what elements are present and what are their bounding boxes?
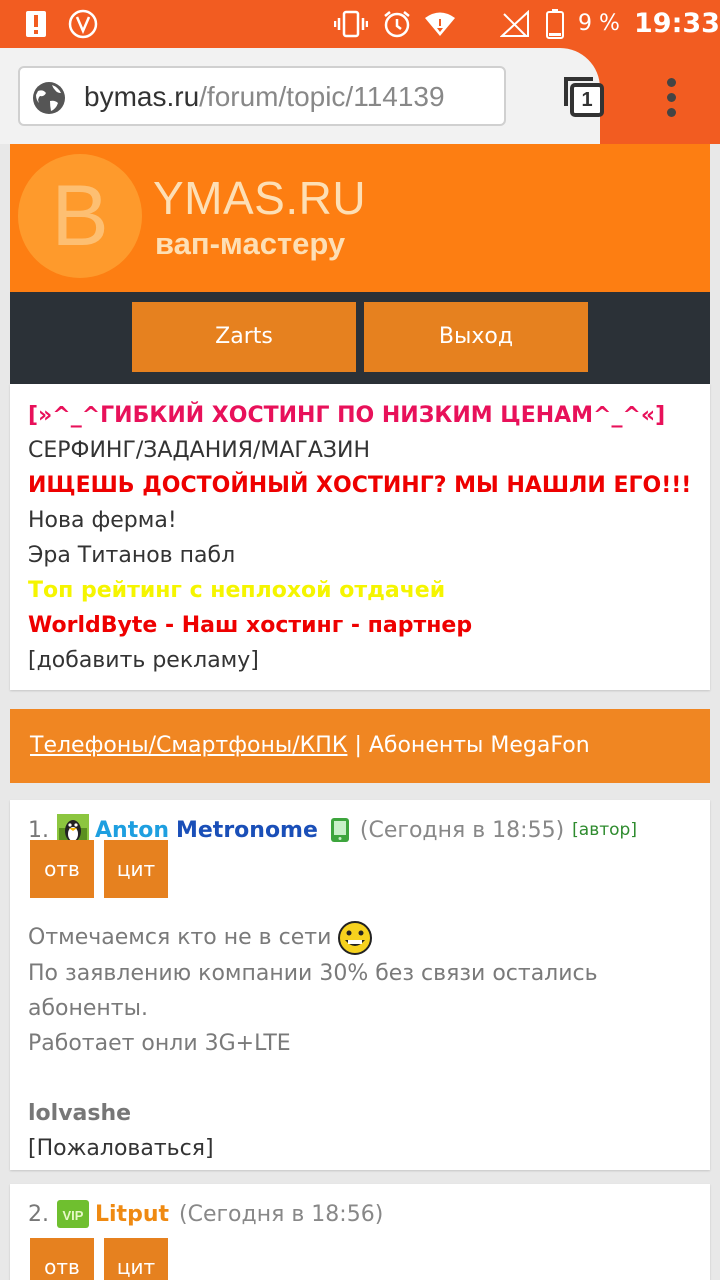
site-header[interactable]: B YMAS.RU вап-мастеру <box>10 144 710 292</box>
ad-link[interactable]: Нова ферма! <box>28 503 692 538</box>
ad-link[interactable]: СЕРФИНГ/ЗАДАНИЯ/МАГАЗИН <box>28 433 692 468</box>
category-link[interactable]: Телефоны/Смартфоны/КПК <box>30 733 347 758</box>
battery-icon <box>546 9 564 39</box>
post-text-line: По заявлению компании 30% без связи оста… <box>28 961 598 1021</box>
tabs-count: 1 <box>581 89 593 111</box>
url-domain: bymas.ru <box>84 81 200 112</box>
post-number: 1. <box>28 817 49 843</box>
post-body: Отмечаемся кто не в сети По заявлению ко… <box>28 920 688 1166</box>
breadcrumb-separator: | <box>347 733 369 758</box>
post-time: (Сегодня в 18:55) <box>359 817 565 843</box>
menu-icon[interactable] <box>662 78 682 118</box>
alert-icon <box>24 10 48 38</box>
forum-post: 2. VIP Litput (Сегодня в 18:56) отв цит <box>10 1184 710 1280</box>
page-content: B YMAS.RU вап-мастеру Zarts Выход [»^_^Г… <box>0 144 720 1280</box>
mobile-phone-icon <box>330 818 349 842</box>
logo-letter: B <box>18 154 142 278</box>
battery-percent: 9 % <box>578 11 620 36</box>
grin-smiley-icon <box>338 921 373 955</box>
reply-button[interactable]: отв <box>30 840 94 898</box>
post-author[interactable]: Litput <box>95 1202 169 1227</box>
wifi-icon <box>424 10 456 38</box>
author-badge: [автор] <box>572 820 637 840</box>
post-text-line: Отмечаемся кто не в сети <box>28 920 688 956</box>
add-ad-link[interactable]: [добавить рекламу] <box>28 643 692 678</box>
report-link[interactable]: [Пожаловаться] <box>28 1136 214 1161</box>
topic-header: Телефоны/Смартфоны/КПК | Абоненты MegaFo… <box>10 709 710 783</box>
alarm-icon <box>382 10 412 38</box>
ads-block: [»^_^ГИБКИЙ ХОСТИНГ ПО НИЗКИМ ЦЕНАМ^_^«]… <box>10 384 710 690</box>
status-bar: 9 % 19:33 <box>0 0 720 48</box>
ad-link[interactable]: Эра Титанов пабл <box>28 538 692 573</box>
url-bar[interactable]: bymas.ru/forum/topic/114139 <box>18 66 506 126</box>
ad-link[interactable]: Топ рейтинг с неплохой отдачей <box>28 573 692 608</box>
svg-text:VIP: VIP <box>63 1208 84 1223</box>
browser-toolbar: bymas.ru/forum/topic/114139 1 <box>0 48 720 144</box>
globe-icon <box>33 82 65 114</box>
v-app-icon <box>68 9 98 39</box>
post-signature: lolvashe <box>28 1101 132 1126</box>
topic-title: Абоненты MegaFon <box>368 733 590 758</box>
signal-icon <box>500 10 530 38</box>
post-actions: отв цит <box>30 1238 178 1280</box>
post-header: 2. VIP Litput (Сегодня в 18:56) <box>28 1198 383 1230</box>
quote-button[interactable]: цит <box>104 1238 168 1280</box>
post-text-line: Работает онли 3G+LTE <box>28 1031 291 1056</box>
logo-subtitle: вап-мастеру <box>155 226 346 261</box>
reply-button[interactable]: отв <box>30 1238 94 1280</box>
post-number: 2. <box>28 1201 49 1227</box>
post-time: (Сегодня в 18:56) <box>179 1201 384 1227</box>
logout-button[interactable]: Выход <box>364 302 588 372</box>
vibrate-icon <box>334 10 368 38</box>
url-path: /forum/topic/114139 <box>199 81 445 112</box>
logo-title: YMAS.RU <box>153 172 367 224</box>
ad-link[interactable]: [»^_^ГИБКИЙ ХОСТИНГ ПО НИЗКИМ ЦЕНАМ^_^«] <box>28 398 692 433</box>
nav-bar: Zarts Выход <box>10 292 710 384</box>
post-author-first[interactable]: Anton <box>95 818 169 843</box>
post-actions: отв цит <box>30 840 178 898</box>
forum-post: 1. Anton Metronome (Сегодня в 18:55) [ав… <box>10 800 710 1170</box>
profile-button[interactable]: Zarts <box>132 302 356 372</box>
url-text[interactable]: bymas.ru/forum/topic/114139 <box>84 80 445 114</box>
clock: 19:33 <box>634 8 720 39</box>
ad-link[interactable]: ИЩЕШЬ ДОСТОЙНЫЙ ХОСТИНГ? МЫ НАШЛИ ЕГО!!! <box>28 468 692 503</box>
post-author-last[interactable]: Metronome <box>176 818 318 843</box>
quote-button[interactable]: цит <box>104 840 168 898</box>
ad-link[interactable]: WorldByte - Наш хостинг - партнер <box>28 608 692 643</box>
vip-icon: VIP <box>57 1200 89 1228</box>
